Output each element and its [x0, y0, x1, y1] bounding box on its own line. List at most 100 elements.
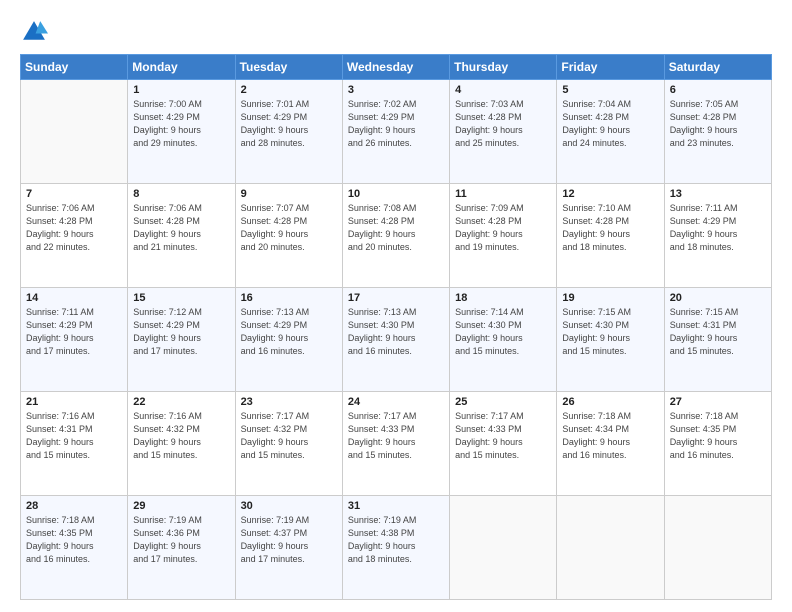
day-number: 3	[348, 84, 444, 96]
day-info: Sunrise: 7:01 AMSunset: 4:29 PMDaylight:…	[241, 98, 337, 150]
day-info: Sunrise: 7:06 AMSunset: 4:28 PMDaylight:…	[26, 202, 122, 254]
col-header-thursday: Thursday	[450, 55, 557, 80]
day-number: 30	[241, 500, 337, 512]
calendar-cell: 29 Sunrise: 7:19 AMSunset: 4:36 PMDayligh…	[128, 496, 235, 600]
day-number: 24	[348, 396, 444, 408]
col-header-saturday: Saturday	[664, 55, 771, 80]
calendar-header-row: SundayMondayTuesdayWednesdayThursdayFrid…	[21, 55, 772, 80]
col-header-monday: Monday	[128, 55, 235, 80]
calendar-cell: 16Sunrise: 7:13 AMSunset: 4:29 PMDayligh…	[235, 288, 342, 392]
day-info: Sunrise: 7:15 AMSunset: 4:30 PMDaylight:…	[562, 306, 658, 358]
calendar-cell: 10Sunrise: 7:08 AMSunset: 4:28 PMDayligh…	[342, 184, 449, 288]
calendar-cell: 30Sunrise: 7:19 AMSunset: 4:37 PMDayligh…	[235, 496, 342, 600]
day-info: Sunrise: 7:16 AMSunset: 4:32 PMDaylight:…	[133, 410, 229, 462]
day-info: Sunrise: 7:07 AMSunset: 4:28 PMDaylight:…	[241, 202, 337, 254]
calendar-week-row: 14Sunrise: 7:11 AMSunset: 4:29 PMDayligh…	[21, 288, 772, 392]
day-info: Sunrise: 7:04 AMSunset: 4:28 PMDaylight:…	[562, 98, 658, 150]
calendar-cell: 18 Sunrise: 7:14 AMSunset: 4:30 PMDayligh…	[450, 288, 557, 392]
calendar-cell: 28 Sunrise: 7:18 AMSunset: 4:35 PMDayligh…	[21, 496, 128, 600]
calendar-cell: 2 Sunrise: 7:01 AMSunset: 4:29 PMDaylight…	[235, 80, 342, 184]
calendar-cell: 26 Sunrise: 7:18 AMSunset: 4:34 PMDayligh…	[557, 392, 664, 496]
calendar-cell: 5 Sunrise: 7:04 AMSunset: 4:28 PMDaylight…	[557, 80, 664, 184]
day-number: 5	[562, 84, 658, 96]
calendar-cell: 17 Sunrise: 7:13 AMSunset: 4:30 PMDayligh…	[342, 288, 449, 392]
day-number: 31	[348, 500, 444, 512]
day-number: 8	[133, 188, 229, 200]
day-number: 21	[26, 396, 122, 408]
day-number: 13	[670, 188, 766, 200]
day-info: Sunrise: 7:09 AMSunset: 4:28 PMDaylight:…	[455, 202, 551, 254]
calendar-cell: 23 Sunrise: 7:17 AMSunset: 4:32 PMDayligh…	[235, 392, 342, 496]
day-info: Sunrise: 7:19 AMSunset: 4:36 PMDaylight:…	[133, 514, 229, 566]
day-number: 29	[133, 500, 229, 512]
day-info: Sunrise: 7:18 AMSunset: 4:34 PMDaylight:…	[562, 410, 658, 462]
calendar-cell	[450, 496, 557, 600]
calendar-cell: 21 Sunrise: 7:16 AMSunset: 4:31 PMDayligh…	[21, 392, 128, 496]
day-info: Sunrise: 7:02 AMSunset: 4:29 PMDaylight:…	[348, 98, 444, 150]
calendar-week-row: 28 Sunrise: 7:18 AMSunset: 4:35 PMDayligh…	[21, 496, 772, 600]
day-info: Sunrise: 7:16 AMSunset: 4:31 PMDaylight:…	[26, 410, 122, 462]
day-info: Sunrise: 7:10 AMSunset: 4:28 PMDaylight:…	[562, 202, 658, 254]
day-number: 23	[241, 396, 337, 408]
calendar-table: SundayMondayTuesdayWednesdayThursdayFrid…	[20, 54, 772, 600]
day-info: Sunrise: 7:17 AMSunset: 4:33 PMDaylight:…	[455, 410, 551, 462]
day-info: Sunrise: 7:08 AMSunset: 4:28 PMDaylight:…	[348, 202, 444, 254]
day-number: 25	[455, 396, 551, 408]
day-number: 28	[26, 500, 122, 512]
day-number: 4	[455, 84, 551, 96]
day-info: Sunrise: 7:17 AMSunset: 4:33 PMDaylight:…	[348, 410, 444, 462]
page: SundayMondayTuesdayWednesdayThursdayFrid…	[0, 0, 792, 612]
day-info: Sunrise: 7:11 AMSunset: 4:29 PMDaylight:…	[670, 202, 766, 254]
day-info: Sunrise: 7:13 AMSunset: 4:30 PMDaylight:…	[348, 306, 444, 358]
calendar-cell	[664, 496, 771, 600]
day-number: 16	[241, 292, 337, 304]
calendar-week-row: 1 Sunrise: 7:00 AMSunset: 4:29 PMDaylight…	[21, 80, 772, 184]
day-number: 14	[26, 292, 122, 304]
day-number: 11	[455, 188, 551, 200]
day-info: Sunrise: 7:00 AMSunset: 4:29 PMDaylight:…	[133, 98, 229, 150]
day-info: Sunrise: 7:18 AMSunset: 4:35 PMDaylight:…	[670, 410, 766, 462]
calendar-cell: 20 Sunrise: 7:15 AMSunset: 4:31 PMDayligh…	[664, 288, 771, 392]
calendar-cell: 13 Sunrise: 7:11 AMSunset: 4:29 PMDayligh…	[664, 184, 771, 288]
day-number: 6	[670, 84, 766, 96]
calendar-cell: 31 Sunrise: 7:19 AMSunset: 4:38 PMDayligh…	[342, 496, 449, 600]
header	[20, 18, 772, 46]
day-number: 17	[348, 292, 444, 304]
day-number: 20	[670, 292, 766, 304]
col-header-sunday: Sunday	[21, 55, 128, 80]
logo	[20, 18, 52, 46]
day-info: Sunrise: 7:12 AMSunset: 4:29 PMDaylight:…	[133, 306, 229, 358]
day-number: 27	[670, 396, 766, 408]
day-number: 12	[562, 188, 658, 200]
day-info: Sunrise: 7:14 AMSunset: 4:30 PMDaylight:…	[455, 306, 551, 358]
col-header-friday: Friday	[557, 55, 664, 80]
day-number: 22	[133, 396, 229, 408]
day-info: Sunrise: 7:06 AMSunset: 4:28 PMDaylight:…	[133, 202, 229, 254]
logo-icon	[20, 18, 48, 46]
calendar-cell: 11 Sunrise: 7:09 AMSunset: 4:28 PMDayligh…	[450, 184, 557, 288]
calendar-cell: 4 Sunrise: 7:03 AMSunset: 4:28 PMDaylight…	[450, 80, 557, 184]
calendar-cell: 7 Sunrise: 7:06 AMSunset: 4:28 PMDaylight…	[21, 184, 128, 288]
day-info: Sunrise: 7:03 AMSunset: 4:28 PMDaylight:…	[455, 98, 551, 150]
day-info: Sunrise: 7:17 AMSunset: 4:32 PMDaylight:…	[241, 410, 337, 462]
day-number: 7	[26, 188, 122, 200]
day-number: 26	[562, 396, 658, 408]
calendar-week-row: 21 Sunrise: 7:16 AMSunset: 4:31 PMDayligh…	[21, 392, 772, 496]
calendar-cell: 15Sunrise: 7:12 AMSunset: 4:29 PMDayligh…	[128, 288, 235, 392]
col-header-wednesday: Wednesday	[342, 55, 449, 80]
day-info: Sunrise: 7:19 AMSunset: 4:38 PMDaylight:…	[348, 514, 444, 566]
day-info: Sunrise: 7:18 AMSunset: 4:35 PMDaylight:…	[26, 514, 122, 566]
calendar-cell: 27 Sunrise: 7:18 AMSunset: 4:35 PMDayligh…	[664, 392, 771, 496]
calendar-cell: 8 Sunrise: 7:06 AMSunset: 4:28 PMDaylight…	[128, 184, 235, 288]
calendar-cell: 9Sunrise: 7:07 AMSunset: 4:28 PMDaylight…	[235, 184, 342, 288]
day-number: 18	[455, 292, 551, 304]
day-number: 19	[562, 292, 658, 304]
calendar-cell: 25 Sunrise: 7:17 AMSunset: 4:33 PMDayligh…	[450, 392, 557, 496]
calendar-cell: 1 Sunrise: 7:00 AMSunset: 4:29 PMDaylight…	[128, 80, 235, 184]
col-header-tuesday: Tuesday	[235, 55, 342, 80]
day-info: Sunrise: 7:15 AMSunset: 4:31 PMDaylight:…	[670, 306, 766, 358]
day-info: Sunrise: 7:05 AMSunset: 4:28 PMDaylight:…	[670, 98, 766, 150]
day-number: 1	[133, 84, 229, 96]
calendar-cell: 22 Sunrise: 7:16 AMSunset: 4:32 PMDayligh…	[128, 392, 235, 496]
day-number: 2	[241, 84, 337, 96]
